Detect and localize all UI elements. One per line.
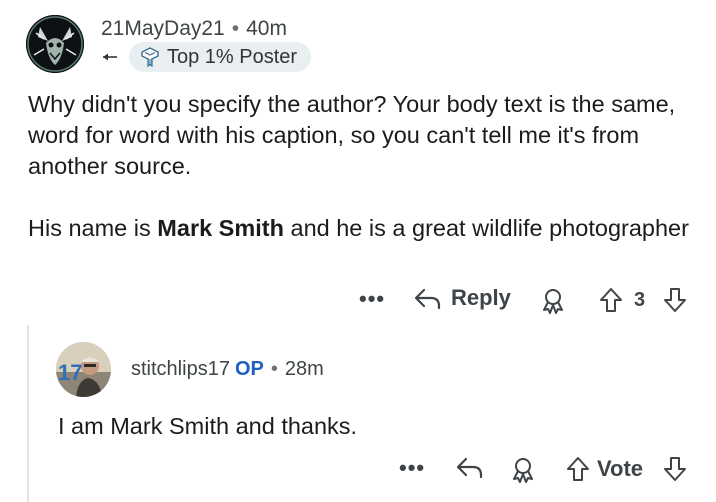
award-button[interactable] [540, 287, 566, 315]
vote-count: 3 [634, 289, 646, 311]
badge-label: Top 1% Poster [167, 45, 298, 68]
upvote-icon [600, 288, 622, 312]
avatar-number: 17 [58, 360, 83, 385]
award-button[interactable] [510, 456, 536, 484]
upvote-icon [567, 457, 589, 481]
timestamp: 28m [284, 358, 324, 380]
reply-body: I am Mark Smith and thanks. [58, 413, 358, 439]
op-tag: OP [234, 358, 264, 380]
arrow-left-icon [103, 53, 117, 61]
username-link[interactable]: 21MayDay21 [101, 17, 225, 40]
award-icon [543, 289, 563, 314]
reply-icon [414, 288, 441, 310]
achievement-badge[interactable]: Top 1% Poster [129, 42, 312, 72]
reply-button[interactable]: Reply [413, 285, 511, 311]
downvote-button[interactable] [662, 286, 688, 314]
comment-meta: 21MayDay21 • 40m [101, 17, 287, 41]
reply-label: Reply [451, 285, 511, 310]
upvote-button[interactable]: Vote [565, 455, 643, 483]
reply-button[interactable] [455, 454, 485, 480]
avatar[interactable] [26, 15, 84, 73]
reply-avatar[interactable]: 17 [56, 342, 111, 397]
more-options-button[interactable]: ••• [399, 455, 425, 481]
more-options-button[interactable]: ••• [359, 286, 385, 312]
comment-thread: 21MayDay21 • 40m Top 1% Poster Why didn't … [0, 0, 716, 502]
reply-meta: stitchlips17 OP • 28m [131, 358, 324, 381]
bold-name: Mark Smith [157, 215, 284, 241]
comment-actions: ••• Reply 3 [0, 284, 716, 318]
upvote-button[interactable] [598, 286, 624, 314]
username-link[interactable]: stitchlips17 [131, 358, 230, 380]
reply-icon [456, 457, 483, 479]
timestamp: 40m [246, 17, 287, 40]
text-segment: and he is a great wildlife photographer [283, 215, 689, 241]
separator-dot: • [270, 358, 278, 380]
separator-dot: • [231, 17, 240, 40]
comment-paragraph: Why didn't you specify the author? Your … [28, 91, 676, 179]
award-icon [513, 458, 533, 483]
avatar-image [26, 15, 84, 73]
reply-actions: ••• Vote [0, 453, 716, 487]
downvote-icon [664, 288, 686, 312]
comment-paragraph: His name is Mark Smith and he is a great… [28, 213, 708, 244]
achievement-badge-icon [141, 47, 159, 68]
downvote-icon [664, 457, 686, 481]
text-segment: His name is [28, 215, 158, 241]
downvote-button[interactable] [662, 455, 688, 483]
vote-label: Vote [597, 456, 644, 481]
comment-body: Why didn't you specify the author? Your … [28, 89, 708, 244]
